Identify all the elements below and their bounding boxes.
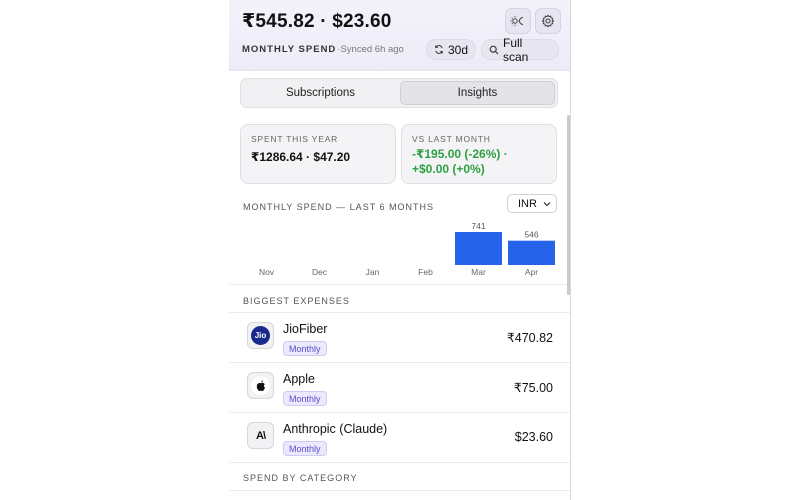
spend-by-category-title: SPEND BY CATEGORY xyxy=(243,473,358,483)
expense-row-anthropic[interactable]: A\ Anthropic (Claude) Monthly $23.60 xyxy=(229,413,570,463)
expense-amount: $23.60 xyxy=(514,430,553,444)
full-scan-button[interactable]: Full scan xyxy=(481,36,559,64)
spent-this-year-label: SPENT THIS YEAR xyxy=(251,134,339,144)
expense-name: Anthropic (Claude) xyxy=(283,422,388,436)
scrollbar[interactable] xyxy=(567,115,570,295)
currency-value: INR xyxy=(518,197,537,210)
period-button[interactable]: 30d xyxy=(426,39,476,60)
expense-name: JioFiber xyxy=(283,322,328,336)
bar-value-label-apr: 546 xyxy=(524,230,538,240)
tab-insights[interactable]: Insights xyxy=(400,81,555,105)
x-tick-label-feb: Feb xyxy=(418,267,433,277)
currency-select[interactable]: INR xyxy=(507,194,557,213)
biggest-expenses-title: BIGGEST EXPENSES xyxy=(243,296,350,306)
settings-button[interactable] xyxy=(535,8,561,34)
period-label: 30d xyxy=(447,42,468,57)
header-subtitle-row: MONTHLY SPEND ·Synced 6h ago xyxy=(242,44,404,55)
bar-mar xyxy=(455,232,502,265)
header: ₹545.82 · $23.60 MONTHLY SPEND ·Synced 6… xyxy=(229,0,570,71)
x-tick-label-nov: Nov xyxy=(259,267,275,277)
apple-glyph-icon xyxy=(256,379,265,391)
monthly-spend-label: MONTHLY SPEND xyxy=(242,44,337,55)
x-tick-label-mar: Mar xyxy=(471,267,486,277)
anthropic-logo-mark: A\ xyxy=(256,429,266,442)
spent-this-year-value: ₹1286.64 · $47.20 xyxy=(251,150,351,164)
billing-badge: Monthly xyxy=(283,341,327,356)
apple-logo-icon xyxy=(247,372,274,399)
billing-badge: Monthly xyxy=(283,391,327,406)
jio-logo-icon: Jio xyxy=(247,322,274,349)
vs-last-month-card: VS LAST MONTH -₹195.00 (-26%) · +$0.00 (… xyxy=(401,124,557,184)
expense-row-jiofiber[interactable]: Jio JioFiber Monthly ₹470.82 xyxy=(229,313,570,363)
theme-toggle-button[interactable] xyxy=(505,8,531,34)
total-amount: ₹545.82 · $23.60 xyxy=(242,11,392,32)
expense-amount: ₹75.00 xyxy=(513,381,553,395)
divider xyxy=(229,462,570,463)
divider xyxy=(229,490,570,491)
chart-title: MONTHLY SPEND — LAST 6 MONTHS xyxy=(243,202,435,212)
expense-amount: ₹470.82 xyxy=(506,331,553,345)
billing-badge: Monthly xyxy=(283,441,327,456)
bar-value-label-mar: 741 xyxy=(471,221,485,231)
sync-status: ·Synced 6h ago xyxy=(337,44,404,55)
vs-last-month-value: -₹195.00 (-26%) · +$0.00 (+0%) xyxy=(412,147,546,177)
view-tabs: Subscriptions Insights xyxy=(240,78,558,108)
x-tick-label-apr: Apr xyxy=(525,267,538,277)
vs-last-month-label: VS LAST MONTH xyxy=(412,134,491,144)
full-scan-label: Full scan xyxy=(503,35,529,64)
chevron-down-icon xyxy=(543,201,551,206)
expense-name: Apple xyxy=(283,372,315,386)
tab-subscriptions[interactable]: Subscriptions xyxy=(243,81,398,105)
monthly-spend-chart: Nov Dec Jan Feb 741 Mar 546 Apr xyxy=(259,221,555,277)
spent-this-year-card: SPENT THIS YEAR ₹1286.64 · $47.20 xyxy=(240,124,396,184)
search-icon xyxy=(489,45,499,54)
theme-toggle-icon xyxy=(510,16,524,26)
bar-apr xyxy=(508,240,555,265)
expense-row-apple[interactable]: Apple Monthly ₹75.00 xyxy=(229,363,570,413)
app-panel: ₹545.82 · $23.60 MONTHLY SPEND ·Synced 6… xyxy=(229,0,571,500)
refresh-icon xyxy=(434,45,444,54)
x-tick-label-dec: Dec xyxy=(312,267,328,277)
jio-logo-mark: Jio xyxy=(251,326,270,345)
vs-last-month-usd: +$0.00 (+0%) xyxy=(412,162,485,176)
header-icons xyxy=(505,8,561,34)
gear-icon xyxy=(541,14,555,28)
anthropic-logo-icon: A\ xyxy=(247,422,274,449)
vs-last-month-inr: -₹195.00 (-26%) · xyxy=(412,147,508,161)
divider xyxy=(229,284,570,285)
x-tick-label-jan: Jan xyxy=(366,267,380,277)
